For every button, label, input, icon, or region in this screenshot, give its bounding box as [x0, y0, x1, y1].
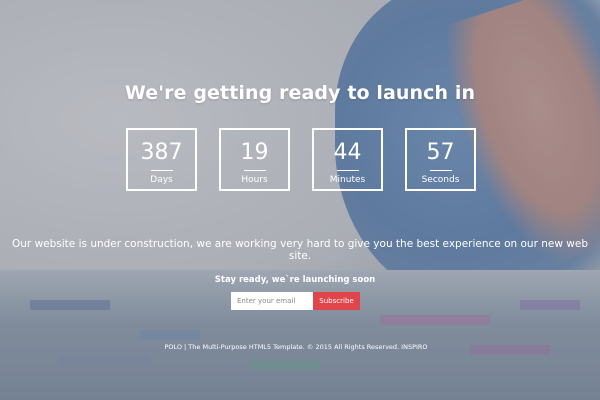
countdown-minutes: 44 Minutes — [312, 128, 383, 191]
divider — [150, 170, 173, 171]
countdown-hours-label: Hours — [241, 175, 268, 185]
countdown-seconds-label: Seconds — [421, 175, 460, 185]
divider — [243, 170, 266, 171]
construction-message: Our website is under construction, we ar… — [12, 237, 588, 262]
divider — [336, 170, 359, 171]
countdown-hours-value: 19 — [240, 140, 269, 165]
countdown-minutes-value: 44 — [333, 140, 362, 165]
subscribe-button[interactable]: Subscribe — [313, 292, 360, 310]
countdown-days-value: 387 — [140, 140, 183, 165]
countdown: 387 Days 19 Hours 44 Minutes 57 Seconds — [126, 128, 476, 195]
countdown-hours: 19 Hours — [219, 128, 290, 191]
countdown-days: 387 Days — [126, 128, 197, 191]
subscribe-title: Stay ready, we`re launching soon — [214, 275, 376, 285]
divider — [429, 170, 452, 171]
countdown-seconds-value: 57 — [426, 140, 455, 165]
countdown-seconds: 57 Seconds — [405, 128, 476, 191]
countdown-days-label: Days — [150, 175, 173, 185]
subscribe-form: Subscribe — [231, 292, 360, 310]
coming-soon-content: We're getting ready to launch in 387 Day… — [0, 0, 600, 400]
email-input[interactable] — [231, 292, 313, 310]
headline: We're getting ready to launch in — [124, 82, 476, 104]
countdown-minutes-label: Minutes — [329, 175, 366, 185]
footer-copyright: POLO | The Multi-Purpose HTML5 Template.… — [164, 343, 428, 351]
